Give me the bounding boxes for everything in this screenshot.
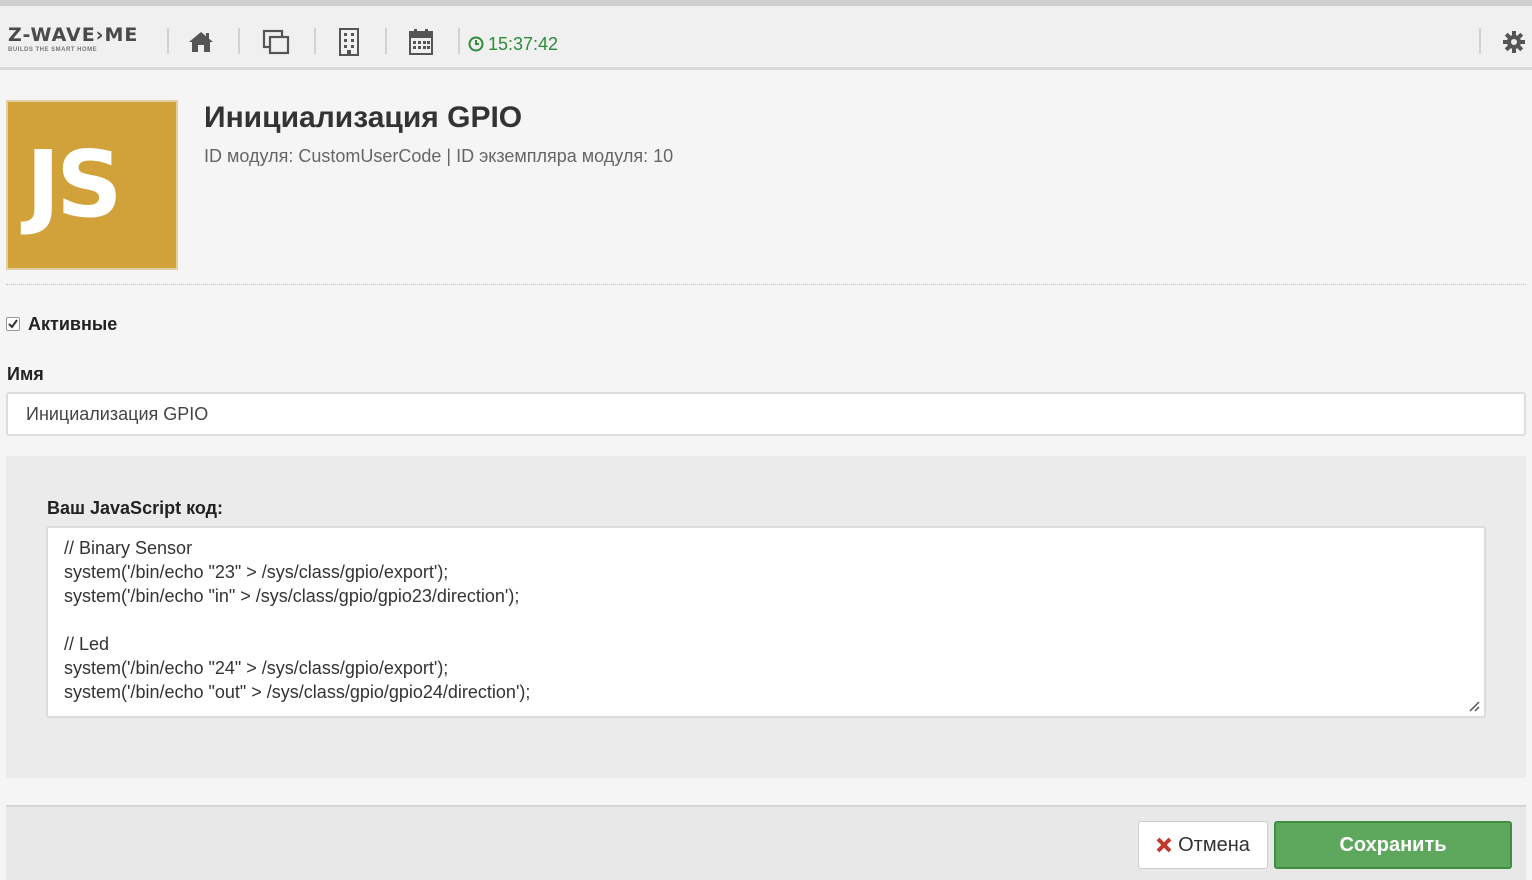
toolbar-separator — [385, 28, 387, 54]
cancel-label: Отмена — [1178, 833, 1250, 856]
clock-time: 15:37:42 — [488, 33, 559, 54]
logo-tagline: BUILDS THE SMART HOME — [8, 47, 98, 53]
cancel-button[interactable]: Отмена — [1138, 821, 1268, 869]
save-button[interactable]: Сохранить — [1274, 821, 1512, 869]
code-label: Ваш JavaScript код: — [47, 498, 224, 518]
building-icon[interactable] — [333, 26, 365, 58]
windows-icon[interactable] — [260, 26, 292, 58]
header-divider — [6, 284, 1526, 285]
top-navbar: Z-WAVE›ME BUILDS THE SMART HOME 15:37:42 — [0, 0, 1532, 70]
javascript-code-textarea[interactable] — [46, 526, 1486, 718]
active-checkbox[interactable] — [6, 317, 20, 331]
toolbar-separator — [1479, 28, 1481, 54]
logo-text: Z-WAVE›ME — [8, 24, 139, 46]
zwave-logo[interactable]: Z-WAVE›ME BUILDS THE SMART HOME — [8, 24, 148, 64]
toolbar-separator — [238, 28, 240, 54]
gear-icon[interactable] — [1498, 26, 1530, 58]
save-label: Сохранить — [1339, 833, 1447, 856]
module-logo: JS — [6, 100, 178, 270]
name-label: Имя — [7, 364, 44, 384]
calendar-icon[interactable] — [405, 26, 437, 58]
close-icon — [1156, 837, 1172, 853]
name-input[interactable] — [6, 392, 1526, 436]
toolbar-separator — [167, 28, 169, 54]
toolbar-separator — [314, 28, 316, 54]
home-icon[interactable] — [185, 26, 217, 58]
module-logo-text: JS — [26, 131, 122, 238]
page-title: Инициализация GPIO — [204, 101, 523, 134]
resize-grip-icon[interactable] — [1468, 700, 1480, 712]
active-label: Активные — [28, 313, 118, 334]
checkmark-icon — [8, 319, 18, 329]
code-panel: Ваш JavaScript код: — [6, 456, 1526, 778]
code-editor-wrapper — [46, 526, 1486, 718]
clock: 15:37:42 — [468, 32, 558, 56]
clock-icon — [468, 36, 484, 52]
form-footer: Отмена Сохранить — [6, 805, 1526, 880]
active-toggle-row[interactable]: Активные — [6, 312, 117, 336]
toolbar-separator — [458, 28, 460, 54]
module-id-subtitle: ID модуля: CustomUserCode | ID экземпляр… — [204, 146, 674, 166]
